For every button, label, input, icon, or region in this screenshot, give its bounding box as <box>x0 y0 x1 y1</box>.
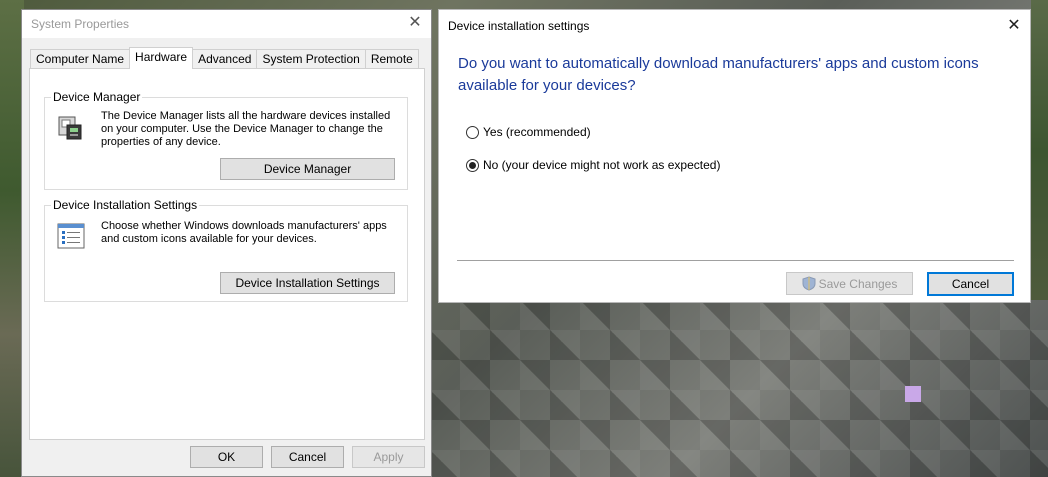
option-no[interactable]: No (your device might not work as expect… <box>466 158 720 172</box>
tab-strip: Computer Name Hardware Advanced System P… <box>30 47 419 69</box>
group-heading: Device Manager <box>51 90 143 104</box>
close-icon[interactable]: ✕ <box>407 15 423 31</box>
hardware-tab-panel: Device Manager The Device Manager lists … <box>29 68 425 440</box>
group-heading: Device Installation Settings <box>51 198 200 212</box>
save-changes-button[interactable]: Save Changes <box>786 272 913 295</box>
close-icon[interactable]: ✕ <box>1006 18 1022 34</box>
device-manager-icon <box>55 111 87 143</box>
device-manager-group: Device Manager The Device Manager lists … <box>44 90 408 190</box>
wallpaper-right <box>1031 0 1048 300</box>
tab-remote[interactable]: Remote <box>364 49 419 69</box>
apply-button[interactable]: Apply <box>352 446 425 468</box>
option-yes[interactable]: Yes (recommended) <box>466 125 591 139</box>
question-heading: Do you want to automatically download ma… <box>458 55 979 94</box>
device-manager-button[interactable]: Device Manager <box>220 158 395 180</box>
tab-advanced[interactable]: Advanced <box>192 49 258 69</box>
uac-shield-icon <box>802 276 816 291</box>
dialog-title: Device installation settings <box>448 19 590 33</box>
window-title: System Properties <box>31 17 130 31</box>
save-changes-label: Save Changes <box>818 276 898 291</box>
divider <box>457 260 1014 261</box>
system-properties-window: System Properties ✕ Computer Name Hardwa… <box>21 9 432 477</box>
device-installation-group: Device Installation Settings Choose whet… <box>44 198 408 302</box>
title-bar: System Properties ✕ <box>22 10 431 38</box>
option-label: No (your device might not work as expect… <box>483 158 721 172</box>
radio-button[interactable] <box>466 125 479 139</box>
device-installation-dialog: Device installation settings ✕ Do you wa… <box>438 9 1031 303</box>
tab-hardware[interactable]: Hardware <box>129 47 194 69</box>
checklist-icon <box>55 220 87 252</box>
title-bar: Device installation settings ✕ <box>439 10 1030 42</box>
tab-system-protection[interactable]: System Protection <box>256 49 366 69</box>
device-manager-description: The Device Manager lists all the hardwar… <box>101 110 391 148</box>
device-installation-description: Choose whether Windows downloads manufac… <box>101 220 387 245</box>
wallpaper-crystal <box>905 386 921 402</box>
option-label: Yes (recommended) <box>483 125 591 139</box>
device-installation-settings-button[interactable]: Device Installation Settings <box>220 272 395 294</box>
ok-button[interactable]: OK <box>190 446 263 468</box>
wallpaper-blocks <box>430 300 1048 477</box>
cancel-button[interactable]: Cancel <box>271 446 344 468</box>
tab-computer-name[interactable]: Computer Name <box>30 49 131 69</box>
cancel-button[interactable]: Cancel <box>927 272 1014 296</box>
radio-button[interactable] <box>466 158 479 172</box>
